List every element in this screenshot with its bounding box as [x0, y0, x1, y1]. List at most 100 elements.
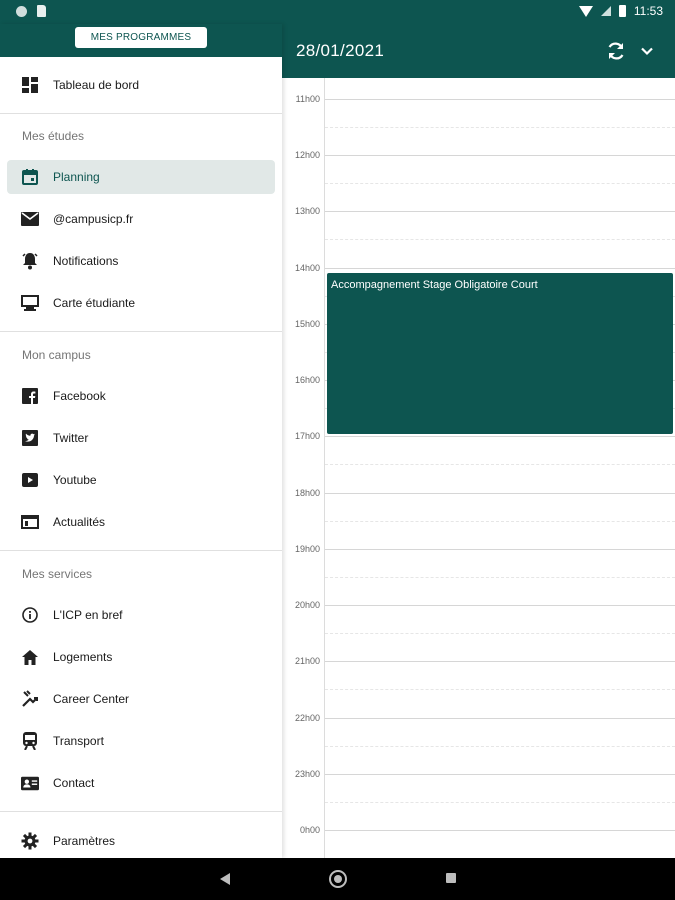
drawer-item-planning[interactable]: Planning: [7, 160, 275, 194]
hour-line: [325, 718, 675, 719]
drawer-item-label: Logements: [53, 650, 113, 664]
hour-line: [325, 661, 675, 662]
hour-label: 11h00: [295, 94, 320, 104]
info-icon: [21, 606, 39, 624]
drawer-item-icp-overview[interactable]: L'ICP en bref: [7, 598, 275, 632]
career-icon: [21, 690, 39, 708]
hour-label: 13h00: [294, 206, 320, 216]
gear-icon: [21, 832, 39, 850]
event-title: Accompagnement Stage Obligatoire Court: [331, 279, 538, 291]
news-icon: [21, 513, 39, 531]
drawer-item-transport[interactable]: Transport: [7, 724, 275, 758]
hour-line: [325, 549, 675, 550]
hour-label: 20h00: [294, 600, 320, 610]
battery-icon: [618, 5, 626, 17]
half-hour-line: [325, 802, 675, 803]
drawer-item-youtube[interactable]: Youtube: [7, 463, 275, 497]
back-icon[interactable]: [220, 873, 230, 885]
status-time: 11:53: [633, 4, 663, 18]
drawer-item-label: Transport: [53, 734, 104, 748]
student-card-icon: [21, 294, 39, 312]
hour-label: 16h00: [294, 375, 320, 385]
hour-line: [325, 830, 675, 831]
navigation-drawer: MES PROGRAMMES Tableau de bord Mes étude…: [0, 24, 282, 858]
drawer-item-label: @campusicp.fr: [53, 212, 134, 226]
bell-icon: [21, 252, 39, 270]
drawer-item-label: Actualités: [53, 515, 106, 529]
day-calendar[interactable]: 11h00 12h00 13h00 14h00 15h00 16h00 17h0…: [282, 78, 675, 858]
drawer-item-label: Notifications: [53, 254, 119, 268]
signal-icon: [600, 6, 611, 16]
drawer-item-email[interactable]: @campusicp.fr: [7, 202, 275, 236]
hour-line: [325, 436, 675, 437]
drawer-item-career-center[interactable]: Career Center: [7, 682, 275, 716]
half-hour-line: [325, 521, 675, 522]
planning-header: 28/01/2021: [282, 24, 675, 78]
hour-label: 23h00: [294, 769, 320, 779]
half-hour-line: [325, 633, 675, 634]
hour-label: 0h00: [299, 825, 320, 835]
drawer-item-label: Paramètres: [53, 834, 116, 848]
hour-label: 21h00: [294, 656, 320, 666]
half-hour-line: [325, 746, 675, 747]
hour-line: [325, 155, 675, 156]
hour-label: 14h00: [294, 263, 320, 273]
divider: [0, 811, 282, 812]
notification-dot-icon: [16, 5, 27, 17]
drawer-item-student-card[interactable]: Carte étudiante: [7, 286, 275, 320]
section-title-studies: Mes études: [22, 129, 85, 143]
planning-date[interactable]: 28/01/2021: [296, 41, 384, 61]
section-title-campus: Mon campus: [22, 348, 91, 362]
drawer-item-label: Contact: [53, 776, 95, 790]
hour-line: [325, 774, 675, 775]
system-navigation-bar: [0, 858, 675, 900]
train-icon: [21, 732, 39, 750]
recents-icon[interactable]: [446, 873, 456, 883]
hour-label: 18h00: [294, 488, 320, 498]
youtube-icon: [21, 471, 39, 489]
drawer-item-twitter[interactable]: Twitter: [7, 421, 275, 455]
drawer-item-label: Planning: [53, 170, 100, 184]
drawer-item-dashboard[interactable]: Tableau de bord: [7, 68, 275, 102]
half-hour-line: [325, 127, 675, 128]
calendar-event[interactable]: Accompagnement Stage Obligatoire Court: [327, 273, 673, 434]
drawer-item-label: Youtube: [53, 473, 97, 487]
hour-label: 15h00: [294, 319, 320, 329]
section-title-services: Mes services: [22, 567, 93, 581]
half-hour-line: [325, 183, 675, 184]
my-programs-button[interactable]: MES PROGRAMMES: [75, 27, 207, 48]
refresh-icon[interactable]: [605, 40, 627, 62]
drawer-item-label: Career Center: [53, 692, 130, 706]
drawer-item-contact[interactable]: Contact: [7, 766, 275, 800]
drawer-item-facebook[interactable]: Facebook: [7, 379, 275, 413]
time-column-divider: [324, 78, 325, 858]
drawer-item-settings[interactable]: Paramètres: [7, 824, 275, 858]
drawer-header: MES PROGRAMMES: [0, 24, 282, 57]
divider: [0, 331, 282, 332]
drawer-item-label: Carte étudiante: [53, 296, 136, 310]
half-hour-line: [325, 464, 675, 465]
wifi-icon: [578, 5, 593, 17]
contact-card-icon: [21, 774, 39, 792]
half-hour-line: [325, 577, 675, 578]
drawer-item-label: L'ICP en bref: [53, 608, 123, 622]
divider: [0, 113, 282, 114]
status-bar: 11:53: [0, 0, 675, 24]
hour-label: 12h00: [294, 150, 320, 160]
home-icon: [21, 648, 39, 666]
sd-card-icon: [37, 5, 46, 17]
hour-line: [325, 99, 675, 100]
hour-line: [325, 268, 675, 269]
mail-icon: [21, 210, 39, 228]
drawer-item-notifications[interactable]: Notifications: [7, 244, 275, 278]
half-hour-line: [325, 239, 675, 240]
drawer-item-news[interactable]: Actualités: [7, 505, 275, 539]
hour-line: [325, 493, 675, 494]
half-hour-line: [325, 689, 675, 690]
hour-line: [325, 605, 675, 606]
drawer-item-housing[interactable]: Logements: [7, 640, 275, 674]
home-button-icon[interactable]: [329, 870, 347, 888]
drawer-item-label: Twitter: [53, 431, 89, 445]
chevron-down-icon[interactable]: [638, 42, 656, 60]
hour-label: 19h00: [294, 544, 320, 554]
